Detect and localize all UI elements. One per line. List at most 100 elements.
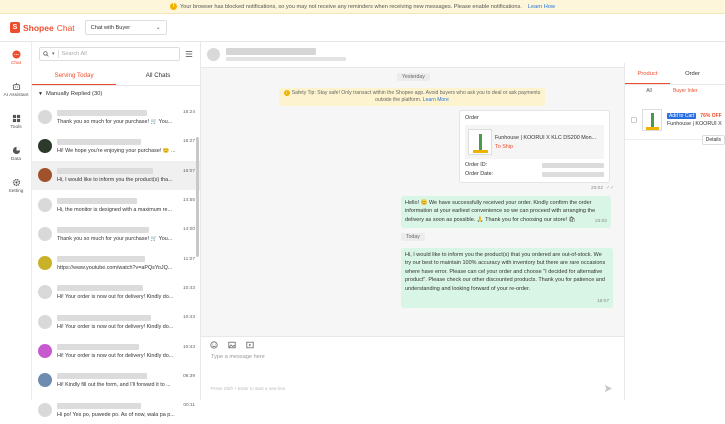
redacted-order-id — [542, 162, 604, 168]
message-composer: Type a message here Press Shift + Enter … — [201, 336, 624, 400]
rail-label: Data — [10, 157, 22, 162]
conversation-preview: Hi! Kindly fill out the form, and I'll f… — [57, 382, 171, 389]
learn-how-link[interactable]: Learn How — [528, 4, 555, 10]
redacted-name — [57, 197, 137, 204]
notification-banner: ! Your browser has blocked notifications… — [0, 0, 725, 14]
list-item[interactable]: 16:07 Hi, I would like to inform you the… — [32, 160, 200, 190]
learn-more-link[interactable]: Learn More — [423, 97, 449, 103]
redacted-name — [57, 285, 143, 292]
conversation-preview: Thank you so much for your purchase! 🛒 Y… — [57, 235, 173, 242]
conversation-time: 08:39 — [182, 373, 195, 379]
avatar — [38, 138, 52, 153]
group-label: Manually Replied (30) — [45, 91, 103, 97]
list-item[interactable]: 00:11 Hi po! Yes po, puwede po. As of no… — [32, 395, 200, 424]
list-item[interactable]: 10:43 Hi! Your order is now out for deli… — [32, 336, 200, 365]
redacted-name — [57, 109, 147, 116]
product-thumbnail — [642, 108, 662, 131]
order-card[interactable]: Order Funhouse | KOORUI X KLC DS200 Mon.… — [459, 110, 610, 183]
tools-icon — [12, 114, 20, 123]
avatar — [38, 226, 52, 241]
newline-hint: Press Shift + Enter to start a new line — [211, 386, 286, 391]
conversation-tabs: Serving Today All Chats — [32, 66, 200, 86]
right-panel: Product Order All Buyer Inter Add to Car… — [624, 63, 725, 400]
chat-mode-select[interactable]: Chat with Buyer ⌄ — [84, 20, 167, 35]
conversation-time: 16:27 — [182, 139, 195, 145]
rail-item-data[interactable]: Data — [0, 138, 32, 170]
avatar — [38, 109, 52, 124]
logo-brand: Shopee — [23, 22, 54, 33]
order-status: To Ship — [495, 143, 513, 150]
caret-down-icon: ▼ — [38, 91, 43, 97]
conversation-preview: Hi! Your order is now out for delivery! … — [57, 353, 174, 360]
conversation-preview: Hi, I would like to inform you the produ… — [57, 177, 173, 184]
conversation-preview: Hi po! Yes po, puwede po. As of now, wal… — [57, 411, 175, 418]
product-item[interactable]: Add to Cart 76% OFF Funhouse | KOORUI X — [625, 100, 725, 140]
tab-serving-today[interactable]: Serving Today — [32, 66, 116, 85]
top-bar: S Shopee Chat Chat with Buyer ⌄ — [0, 14, 725, 42]
conversation-time: 16:07 — [182, 168, 195, 174]
conversation-preview: Hi! Your order is now out for delivery! … — [57, 294, 174, 301]
send-icon[interactable] — [604, 384, 613, 393]
avatar — [38, 402, 52, 417]
logo-product: Chat — [56, 22, 75, 33]
group-header-manually-replied[interactable]: ▼ Manually Replied (30) — [32, 86, 200, 102]
chevron-down-icon: ⌄ — [155, 25, 161, 31]
redacted-order-date — [542, 171, 604, 177]
chart-icon — [12, 146, 20, 155]
list-item[interactable]: 11:07 https://www.youtube.com/watch?v=aP… — [32, 248, 200, 277]
composer-toolbar — [201, 337, 624, 353]
emoji-icon[interactable] — [210, 341, 218, 349]
list-item[interactable]: 08:39 Hi! Kindly fill out the form, and … — [32, 366, 200, 395]
details-button[interactable]: Details — [701, 135, 725, 145]
list-item[interactable]: 14:00 Thank you so much for your purchas… — [32, 219, 200, 248]
product-name: Funhouse | KOORUI X — [667, 120, 722, 127]
list-scrollbar[interactable] — [196, 137, 199, 257]
buyer-name — [226, 48, 346, 61]
buyer-avatar[interactable] — [207, 48, 220, 61]
message-bubble-out-of-stock: Hi, I would like to inform you the produ… — [401, 248, 613, 308]
subtab-all[interactable]: All — [625, 88, 673, 94]
search-input[interactable]: ▾ Search All — [39, 47, 180, 61]
message-input[interactable]: Type a message here — [201, 354, 624, 360]
date-divider-today: Today — [401, 233, 425, 241]
search-placeholder: Search All — [61, 51, 87, 57]
avatar — [38, 314, 52, 329]
conversation-list-panel: ▾ Search All Serving Today All Chats ▼ M… — [32, 42, 201, 418]
rail-item-ai-assistant[interactable]: AI Assistant — [0, 74, 32, 106]
rail-item-chat[interactable]: Chat — [0, 42, 32, 74]
product-checkbox[interactable] — [631, 116, 637, 123]
safety-tip-text: Safety Tip: Stay safe! Only transact wit… — [291, 90, 541, 103]
rail-item-setting[interactable]: Setting — [0, 170, 32, 202]
conversation-time: 00:11 — [183, 403, 195, 409]
avatar — [38, 256, 52, 271]
conversation-preview: https://www.youtube.com/watch?v=aPQsYoJQ… — [57, 265, 173, 272]
message-time: 23:02 — [591, 186, 604, 191]
redacted-name — [57, 256, 145, 263]
tab-all-chats[interactable]: All Chats — [116, 66, 200, 85]
list-item[interactable]: 10:43 Hi! Your order is now out for deli… — [32, 307, 200, 336]
rail-item-tools[interactable]: Tools — [0, 106, 32, 138]
message-time: 16:07 — [596, 298, 609, 304]
list-item[interactable]: 16:24 Thank you so much for your purchas… — [32, 102, 200, 131]
search-row: ▾ Search All — [32, 42, 200, 66]
list-item[interactable]: 16:27 Hi! We hope you're enjoying your p… — [32, 131, 200, 160]
avatar — [38, 197, 52, 212]
discount-badge: 76% OFF — [700, 112, 722, 119]
subtab-buyer-interest[interactable]: Buyer Inter — [673, 88, 697, 94]
order-product[interactable]: Funhouse | KOORUI X KLC DS200 Mon... To … — [465, 125, 604, 159]
video-icon[interactable] — [246, 341, 254, 349]
filter-list-icon[interactable] — [185, 50, 193, 58]
tab-order[interactable]: Order — [670, 63, 715, 84]
add-to-cart-badge: Add to Cart — [667, 112, 697, 119]
redacted-name — [57, 138, 141, 145]
list-item[interactable]: 10:43 Hi! Your order is now out for deli… — [32, 278, 200, 307]
conversation-preview: Hi! We hope you're enjoying your purchas… — [57, 147, 176, 154]
rail-label: Setting — [8, 189, 24, 194]
warning-icon: ! — [170, 3, 178, 10]
shopee-bag-icon: S — [10, 22, 20, 33]
image-icon[interactable] — [228, 341, 236, 349]
list-item[interactable]: 14:55 Hi, the monitor is designed with a… — [32, 190, 200, 219]
message-bubble-greeting: Hello! 😊 We have successfully received y… — [401, 196, 611, 228]
tab-product[interactable]: Product — [625, 63, 670, 84]
avatar — [38, 168, 52, 183]
